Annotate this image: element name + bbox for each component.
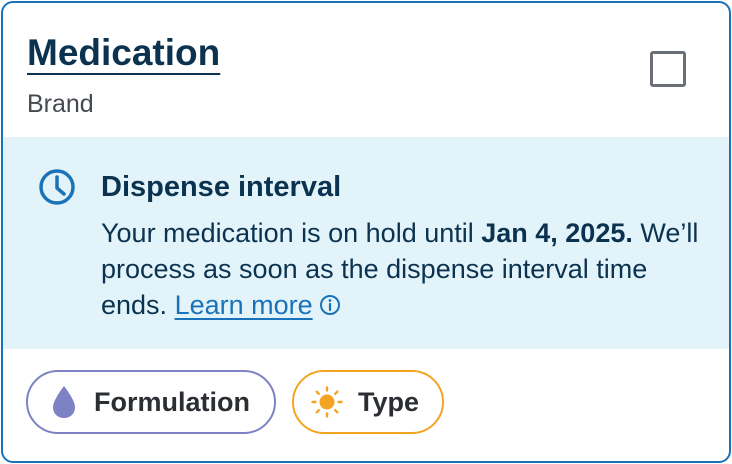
type-chip-label: Type (358, 386, 420, 417)
banner-body-text: Your medication is on hold until (101, 218, 482, 248)
dispense-interval-banner: Dispense interval Your medication is on … (3, 137, 729, 349)
medication-title-link[interactable]: Medication (27, 31, 220, 75)
medication-card: Medication Brand Dispense interval Your … (1, 1, 731, 463)
banner-message: Your medication is on hold until Jan 4, … (101, 215, 701, 323)
formulation-chip[interactable]: Formulation (26, 370, 276, 434)
banner-title: Dispense interval (101, 171, 342, 203)
select-checkbox[interactable] (650, 51, 686, 87)
clock-icon (39, 169, 75, 205)
learn-more-link[interactable]: Learn more (175, 290, 313, 320)
info-icon[interactable] (319, 294, 341, 316)
medication-subtitle: Brand (27, 90, 94, 118)
sun-icon (311, 386, 343, 418)
hold-until-date: Jan 4, 2025. (481, 218, 633, 248)
formulation-chip-label: Formulation (94, 386, 250, 417)
droplet-icon (53, 386, 75, 418)
type-chip[interactable]: Type (292, 370, 444, 434)
